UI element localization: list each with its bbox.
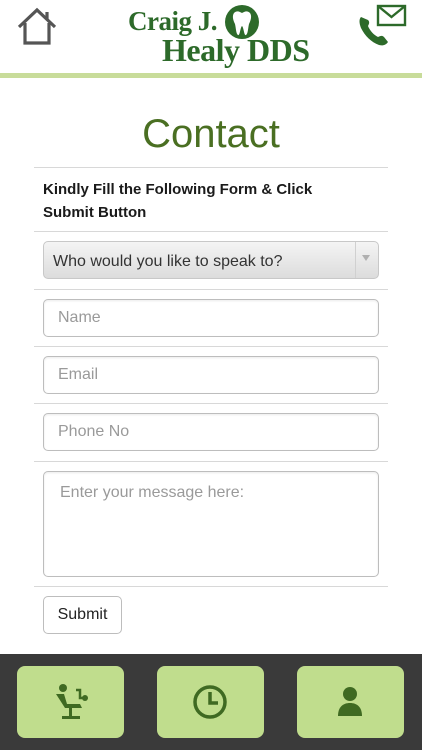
chevron-down-icon <box>355 242 378 278</box>
profile-button[interactable] <box>297 666 404 738</box>
hours-button[interactable] <box>157 666 264 738</box>
call-email-button[interactable] <box>356 4 408 48</box>
app-header: Craig J. Healy DDS <box>0 0 422 75</box>
services-button[interactable] <box>17 666 124 738</box>
bottom-nav <box>0 654 422 750</box>
user-icon <box>338 687 362 716</box>
home-button[interactable] <box>16 6 58 46</box>
dental-chair-icon <box>56 684 88 719</box>
recipient-select-value: Who would you like to speak to? <box>53 253 283 270</box>
divider <box>34 167 388 168</box>
divider <box>34 346 388 347</box>
form-instructions: Kindly Fill the Following Form & Click S… <box>43 181 313 221</box>
divider <box>34 289 388 290</box>
phone-mail-icon <box>359 4 407 46</box>
divider <box>34 586 388 587</box>
email-input[interactable] <box>43 356 379 394</box>
home-icon <box>17 7 57 45</box>
practice-logo: Craig J. Healy DDS <box>128 4 336 70</box>
recipient-select[interactable]: Who would you like to speak to? <box>43 241 379 279</box>
divider <box>34 461 388 462</box>
name-input[interactable] <box>43 299 379 337</box>
logo-text-line2: Healy DDS <box>162 32 310 68</box>
phone-input[interactable] <box>43 413 379 451</box>
message-textarea[interactable] <box>43 471 379 577</box>
clock-icon <box>193 685 227 719</box>
page-title: Contact <box>142 112 280 156</box>
header-divider <box>0 73 422 78</box>
divider <box>34 231 388 232</box>
divider <box>34 403 388 404</box>
submit-button[interactable]: Submit <box>43 596 122 634</box>
